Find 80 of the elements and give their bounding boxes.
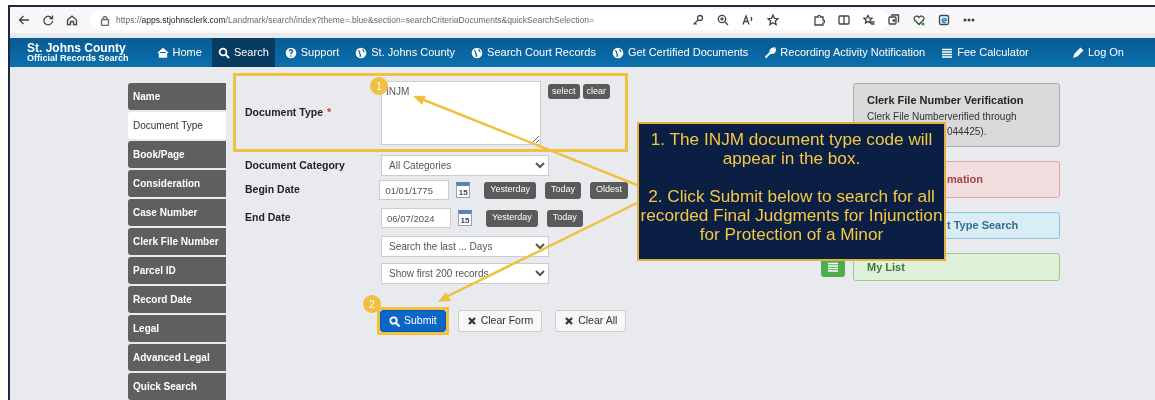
login-link[interactable]: Log On [1065, 38, 1130, 67]
search-icon [389, 315, 400, 327]
address-bar[interactable]: https://apps.stjohnsclerk.com/Landmark/search/index?theme=.blue&section=searchCriteriaDocuments&quickSearchSelection= [90, 10, 890, 30]
collections-icon[interactable] [888, 14, 900, 26]
home-icon [156, 46, 169, 59]
action-button[interactable]: Submit [380, 310, 446, 332]
heart-icon[interactable] [913, 14, 925, 26]
sidebar-tab[interactable]: Quick Search [128, 373, 226, 400]
sidebar-tab[interactable]: Case Number [128, 199, 226, 226]
home-icon[interactable] [66, 14, 78, 26]
refresh-icon[interactable] [42, 14, 54, 26]
pencil-icon [1071, 46, 1084, 59]
search-icon [217, 46, 230, 59]
key-icon[interactable] [692, 14, 704, 26]
date-button[interactable]: Today [544, 181, 581, 199]
date-field[interactable]: 06/07/2024 [381, 208, 451, 228]
dropdown-select[interactable]: Search the last ... Days [381, 236, 549, 257]
field-label: Document Type [245, 105, 323, 118]
dropdown-select[interactable]: Show first 200 records [381, 263, 549, 284]
sidebar-tab[interactable]: Document Type [128, 112, 226, 139]
nav-link[interactable]: Fee Calculator [935, 38, 1035, 67]
action-button[interactable]: Clear All [555, 310, 627, 332]
calendar-icon[interactable]: 15 [458, 210, 472, 226]
close-icon [564, 316, 575, 326]
date-button[interactable]: Today [546, 209, 583, 227]
close-icon [466, 316, 477, 326]
date-button[interactable]: Yesterday [484, 181, 536, 199]
browser-icon[interactable] [938, 14, 950, 26]
sidebar-tab[interactable]: Advanced Legal [128, 344, 226, 371]
wrench-icon [764, 46, 777, 59]
number-badge: 1 [370, 77, 388, 95]
nav-link[interactable]: Search [211, 38, 275, 67]
panel-title: mation [946, 172, 984, 188]
globe-icon [611, 46, 624, 59]
brand-subtitle[interactable]: Official Records Search [27, 54, 129, 63]
star-icon[interactable] [767, 14, 779, 26]
number-badge: 2 [363, 295, 381, 313]
nav-link[interactable]: Get Certified Documents [605, 38, 755, 67]
list-icon [941, 46, 954, 59]
panel-text: Clerk File Numberverified through [867, 109, 1018, 124]
date-field[interactable]: 01/01/1775 [379, 180, 450, 200]
calendar-icon[interactable]: 15 [456, 182, 471, 198]
small-button[interactable]: clear [582, 84, 611, 99]
nav-link[interactable]: Recording Activity Notification [758, 38, 932, 67]
field-label: Document Category [245, 157, 346, 173]
sidebar-tab[interactable]: Consideration [128, 170, 226, 197]
nav-link[interactable]: Search Court Records [465, 38, 602, 67]
globe-icon [355, 46, 368, 59]
zoom-in-icon[interactable] [717, 14, 729, 26]
sidebar-tab[interactable]: Parcel ID [128, 257, 226, 284]
category-select[interactable]: All Categories [381, 155, 549, 176]
split-screen-icon[interactable] [838, 14, 850, 26]
nav-link[interactable]: Home [150, 38, 208, 67]
brand-title[interactable]: St. Johns County [27, 42, 129, 54]
sidebar-tab[interactable]: Name [128, 83, 226, 110]
date-button[interactable]: Yesterday [486, 209, 538, 227]
read-aloud-icon[interactable] [742, 14, 754, 26]
sidebar-tab[interactable]: Legal [128, 315, 226, 342]
panel-title: My List [867, 259, 905, 275]
sidebar-tab[interactable]: Record Date [128, 286, 226, 313]
lock-icon [100, 14, 110, 26]
action-button[interactable]: Clear Form [457, 310, 543, 332]
required-marker: * [327, 105, 332, 118]
puzzle-icon[interactable] [813, 14, 825, 26]
sidebar-tab[interactable]: Book/Page [128, 141, 226, 168]
favorites-icon[interactable] [863, 14, 875, 26]
nav-link[interactable]: St. Johns County [349, 38, 462, 67]
date-button[interactable]: Oldest [590, 181, 628, 199]
document-type-field[interactable]: INJM [381, 80, 541, 145]
url-text: https://apps.stjohnsclerk.com/Landmark/search/index?theme=.blue&section=searchCriteriaDocuments&quickSearchSelection= [116, 13, 594, 27]
field-label: Begin Date [245, 182, 301, 198]
help-icon [284, 46, 297, 59]
panel-title: Clerk File Number Verification [867, 93, 1025, 108]
globe-icon [471, 46, 484, 59]
list-icon [827, 261, 839, 273]
field-label: End Date [245, 210, 292, 226]
nav-link[interactable]: Support [278, 38, 346, 67]
back-icon[interactable] [18, 14, 30, 26]
sidebar-tab[interactable]: Clerk File Number [128, 228, 226, 255]
small-button[interactable]: select [548, 84, 580, 99]
